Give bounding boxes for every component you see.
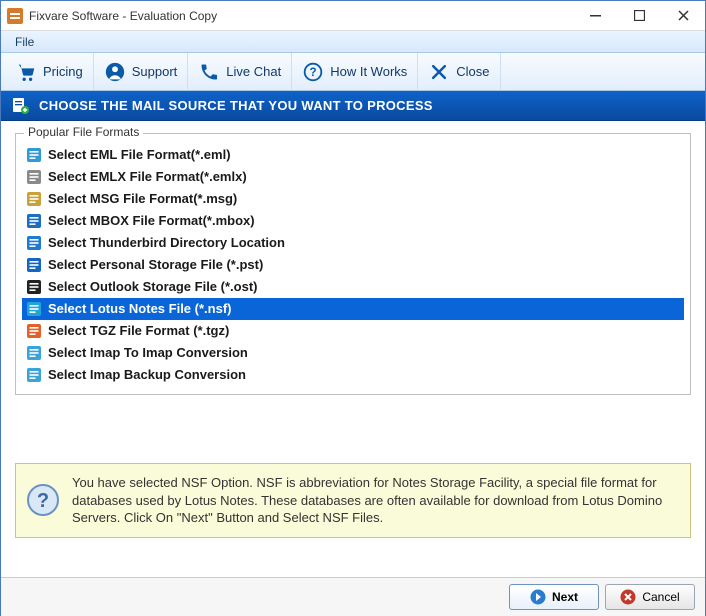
svg-text:?: ? xyxy=(310,66,317,79)
format-item-label: Select Thunderbird Directory Location xyxy=(48,234,285,252)
format-item-emlx[interactable]: Select EMLX File Format(*.emlx) xyxy=(22,166,684,188)
imap-icon xyxy=(26,345,42,361)
format-item-eml[interactable]: Select EML File Format(*.eml) xyxy=(22,144,684,166)
format-item-label: Select Lotus Notes File (*.nsf) xyxy=(48,300,231,318)
cancel-x-icon xyxy=(620,589,636,605)
format-item-imapbackup[interactable]: Select Imap Backup Conversion xyxy=(22,364,684,386)
minimize-button[interactable] xyxy=(573,1,617,31)
info-text: You have selected NSF Option. NSF is abb… xyxy=(72,474,676,527)
nsf-icon xyxy=(26,301,42,317)
toolbar-close[interactable]: Close xyxy=(418,53,500,90)
close-window-button[interactable] xyxy=(661,1,705,31)
section-heading-text: CHOOSE THE MAIL SOURCE THAT YOU WANT TO … xyxy=(39,98,433,113)
eml-icon xyxy=(26,147,42,163)
document-plus-icon xyxy=(11,97,29,115)
footer-bar: Next Cancel xyxy=(1,577,705,616)
format-item-label: Select Imap Backup Conversion xyxy=(48,366,246,384)
svg-text:?: ? xyxy=(37,490,49,512)
app-icon xyxy=(7,8,23,24)
toolbar: Pricing Support Live Chat ? How It Works… xyxy=(1,53,705,91)
groupbox-legend: Popular File Formats xyxy=(24,125,143,139)
format-item-nsf[interactable]: Select Lotus Notes File (*.nsf) xyxy=(22,298,684,320)
info-icon: ? xyxy=(26,483,60,517)
next-button[interactable]: Next xyxy=(509,584,599,610)
menubar: File xyxy=(1,31,705,53)
format-item-label: Select Outlook Storage File (*.ost) xyxy=(48,278,257,296)
format-item-tgz[interactable]: Select TGZ File Format (*.tgz) xyxy=(22,320,684,342)
cart-icon xyxy=(15,61,37,83)
toolbar-livechat[interactable]: Live Chat xyxy=(188,53,292,90)
toolbar-pricing[interactable]: Pricing xyxy=(5,53,94,90)
toolbar-pricing-label: Pricing xyxy=(43,64,83,79)
emlx-icon xyxy=(26,169,42,185)
titlebar: Fixvare Software - Evaluation Copy xyxy=(1,1,705,31)
close-x-icon xyxy=(428,61,450,83)
toolbar-howitworks-label: How It Works xyxy=(330,64,407,79)
content-area: Popular File Formats Select EML File For… xyxy=(1,121,705,403)
support-icon xyxy=(104,61,126,83)
format-item-label: Select Imap To Imap Conversion xyxy=(48,344,248,362)
next-button-label: Next xyxy=(552,590,578,604)
pst-icon xyxy=(26,257,42,273)
section-heading: CHOOSE THE MAIL SOURCE THAT YOU WANT TO … xyxy=(1,91,705,121)
toolbar-livechat-label: Live Chat xyxy=(226,64,281,79)
format-list: Select EML File Format(*.eml) Select EMLX… xyxy=(22,144,684,386)
format-item-label: Select MSG File Format(*.msg) xyxy=(48,190,237,208)
info-panel: ? You have selected NSF Option. NSF is a… xyxy=(15,463,691,538)
toolbar-support[interactable]: Support xyxy=(94,53,189,90)
format-item-ost[interactable]: Select Outlook Storage File (*.ost) xyxy=(22,276,684,298)
tgz-icon xyxy=(26,323,42,339)
maximize-button[interactable] xyxy=(617,1,661,31)
msg-icon xyxy=(26,191,42,207)
cancel-button-label: Cancel xyxy=(642,590,679,604)
toolbar-close-label: Close xyxy=(456,64,489,79)
phone-icon xyxy=(198,61,220,83)
format-item-mbox[interactable]: Select MBOX File Format(*.mbox) xyxy=(22,210,684,232)
toolbar-howitworks[interactable]: ? How It Works xyxy=(292,53,418,90)
format-item-label: Select EMLX File Format(*.emlx) xyxy=(48,168,247,186)
next-arrow-icon xyxy=(530,589,546,605)
toolbar-support-label: Support xyxy=(132,64,178,79)
ost-icon xyxy=(26,279,42,295)
format-item-imap[interactable]: Select Imap To Imap Conversion xyxy=(22,342,684,364)
imapbackup-icon xyxy=(26,367,42,383)
format-item-label: Select MBOX File Format(*.mbox) xyxy=(48,212,255,230)
thunderbird-icon xyxy=(26,235,42,251)
cancel-button[interactable]: Cancel xyxy=(605,584,695,610)
question-icon: ? xyxy=(302,61,324,83)
format-item-label: Select TGZ File Format (*.tgz) xyxy=(48,322,229,340)
format-item-msg[interactable]: Select MSG File Format(*.msg) xyxy=(22,188,684,210)
format-item-label: Select Personal Storage File (*.pst) xyxy=(48,256,263,274)
format-item-thunderbird[interactable]: Select Thunderbird Directory Location xyxy=(22,232,684,254)
menu-file[interactable]: File xyxy=(7,33,42,51)
window-title: Fixvare Software - Evaluation Copy xyxy=(29,9,573,23)
format-item-label: Select EML File Format(*.eml) xyxy=(48,146,231,164)
mbox-icon xyxy=(26,213,42,229)
window-buttons xyxy=(573,1,705,31)
formats-groupbox: Popular File Formats Select EML File For… xyxy=(15,133,691,395)
format-item-pst[interactable]: Select Personal Storage File (*.pst) xyxy=(22,254,684,276)
